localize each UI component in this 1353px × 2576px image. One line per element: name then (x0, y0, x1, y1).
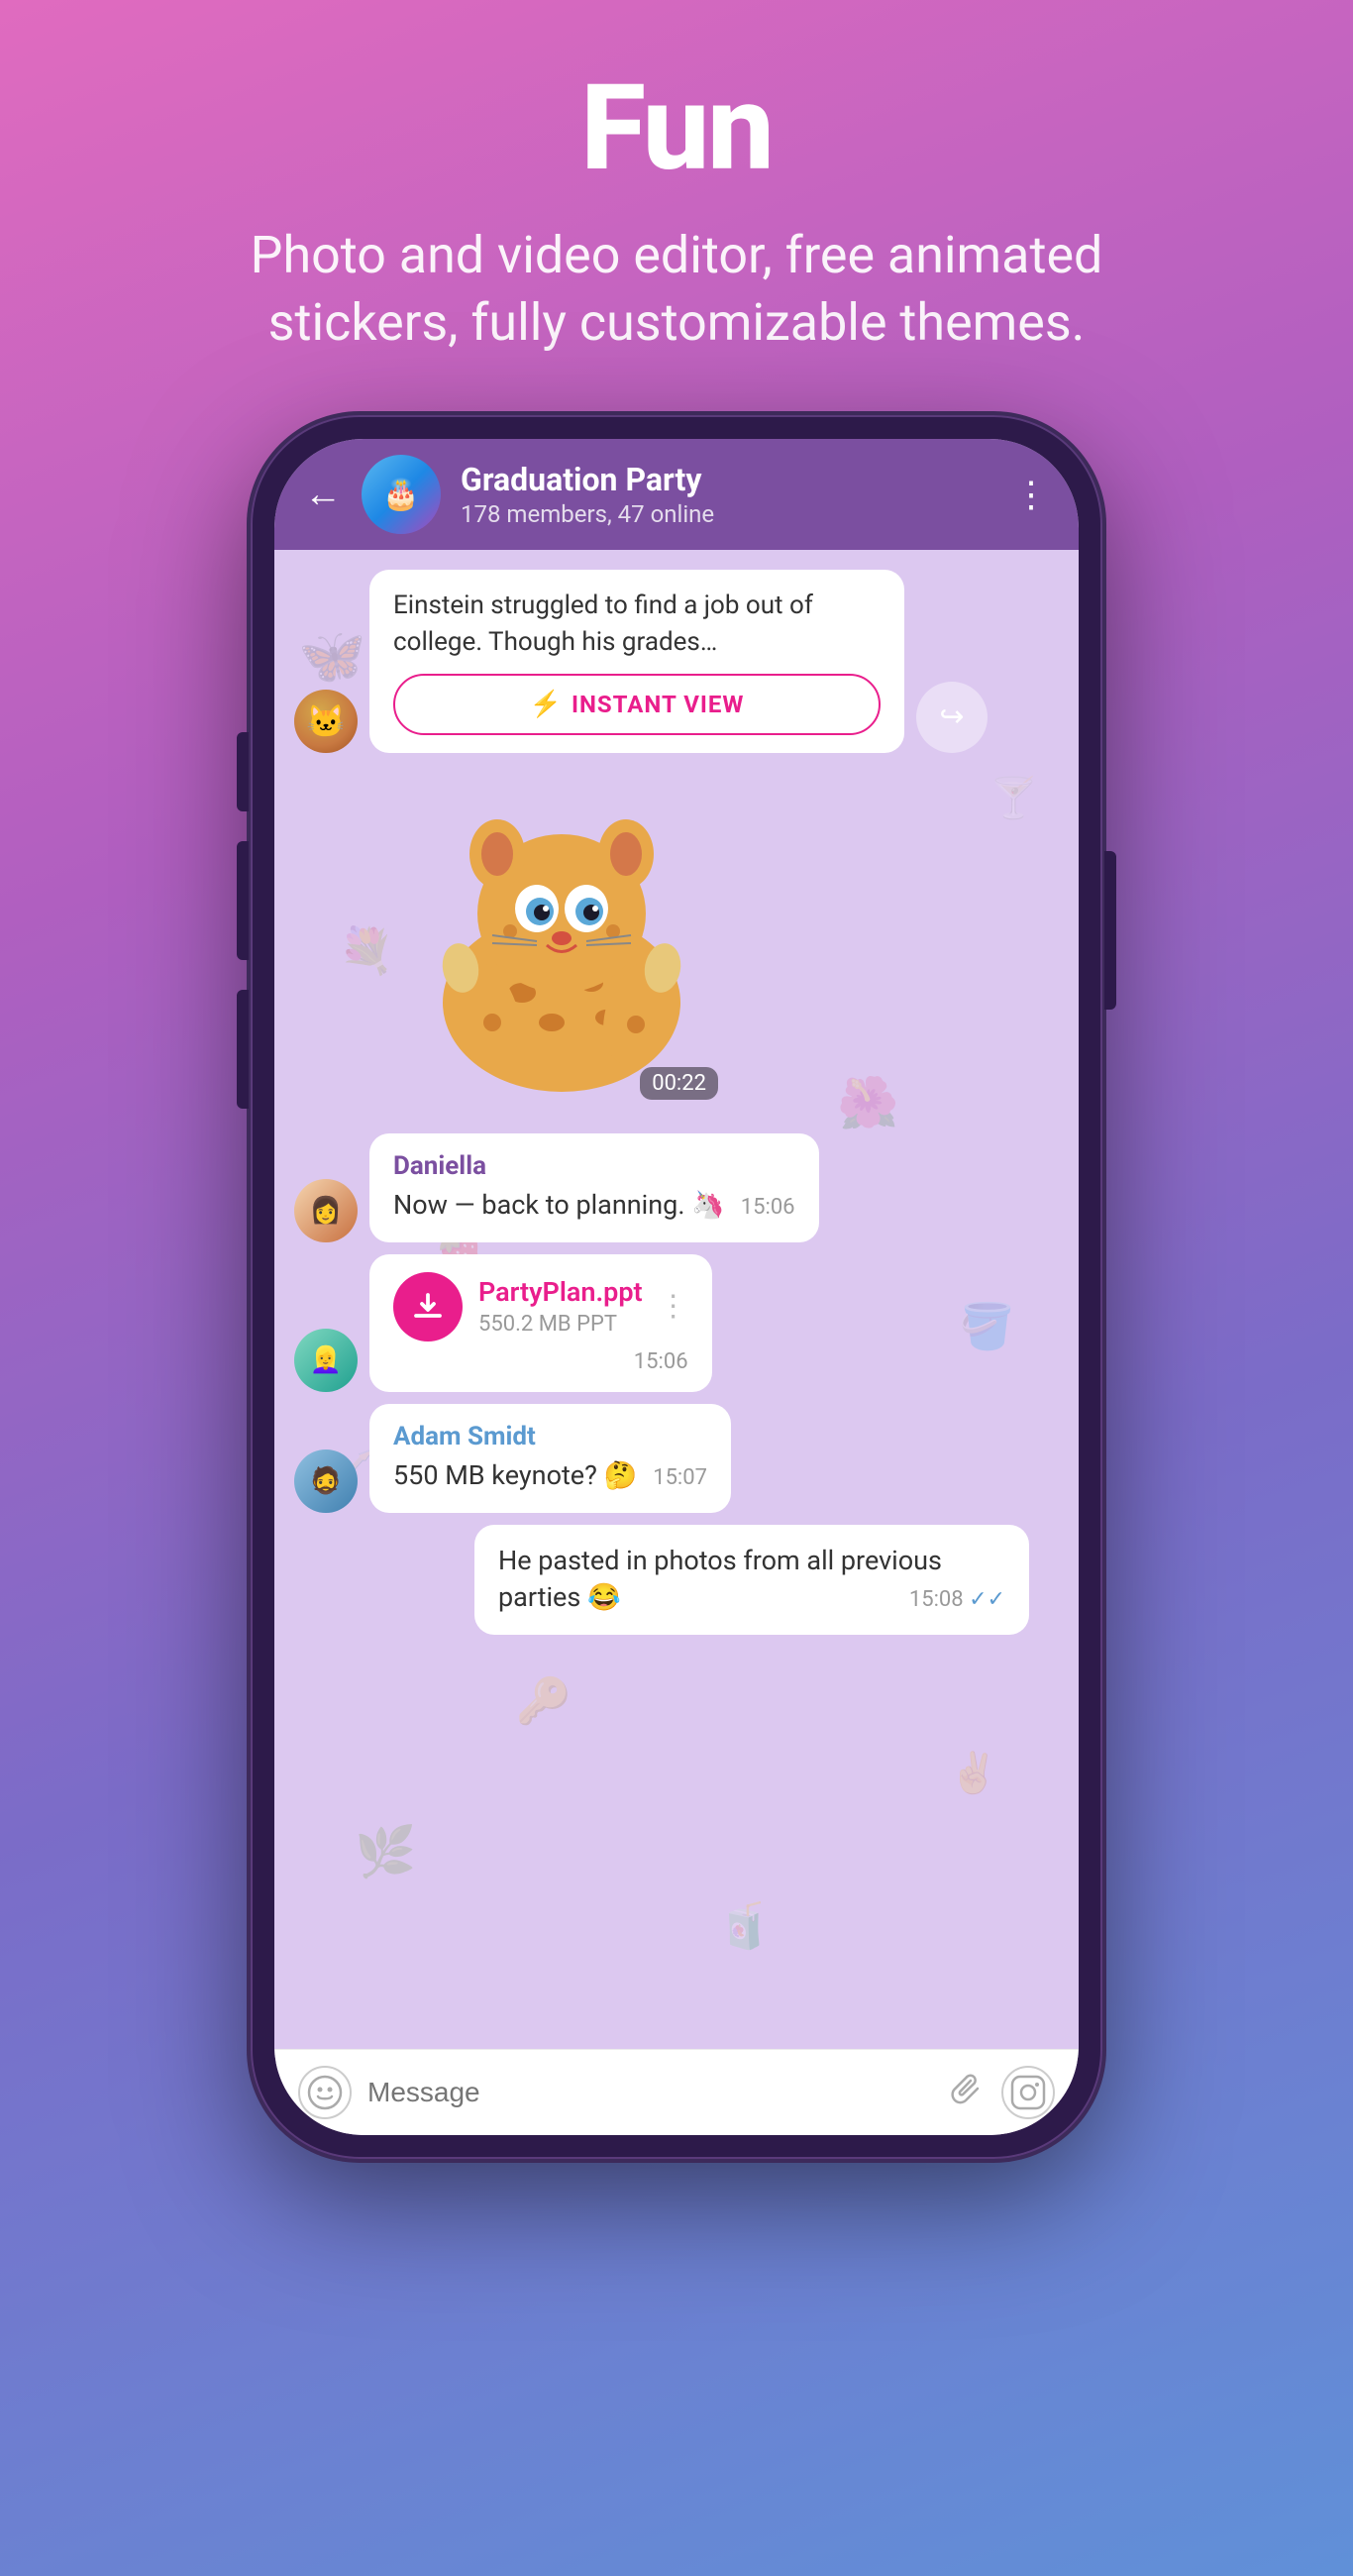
volume-up-button[interactable] (237, 841, 249, 960)
instant-view-button[interactable]: ⚡ INSTANT VIEW (393, 674, 881, 735)
message-time: 15:08 ✓✓ (909, 1585, 1005, 1616)
camera-button[interactable] (1001, 2066, 1055, 2119)
hero-title: Fun (580, 59, 772, 198)
message-sender: Adam Smidt (393, 1422, 707, 1451)
avatar-image: 🎂 (362, 455, 441, 534)
forward-button[interactable]: ↪ (916, 682, 988, 753)
volume-mute-button[interactable] (237, 732, 249, 811)
file-bubble: PartyPlan.ppt 550.2 MB PPT ⋮ 15:06 (369, 1254, 712, 1392)
file-row: PartyPlan.ppt 550.2 MB PPT ⋮ (393, 1272, 688, 1342)
chat-info: Graduation Party 178 members, 47 online (461, 461, 993, 528)
sticker: 00:22 (393, 775, 730, 1112)
file-size: 550.2 MB PPT (478, 1312, 643, 1337)
outgoing-bubble: He pasted in photos from all previous pa… (474, 1525, 1029, 1636)
file-info: PartyPlan.ppt 550.2 MB PPT (478, 1276, 643, 1337)
phone-body: ← 🎂 Graduation Party 178 members, 47 onl… (251, 415, 1102, 2159)
instant-view-text: Einstein struggled to find a job out of … (393, 588, 881, 660)
message-text: He pasted in photos from all previous pa… (498, 1543, 1005, 1618)
message-bubble: Adam Smidt 550 MB keynote? 🤔 15:07 (369, 1404, 731, 1513)
chat-input-bar (274, 2049, 1079, 2135)
sticker-time: 00:22 (640, 1067, 718, 1100)
message-time: 15:07 (653, 1463, 707, 1494)
list-item: He pasted in photos from all previous pa… (294, 1525, 1059, 1636)
chat-name: Graduation Party (461, 461, 993, 498)
emoji-button[interactable] (298, 2066, 352, 2119)
phone-frame: ← 🎂 Graduation Party 178 members, 47 onl… (251, 415, 1102, 2159)
download-button[interactable] (393, 1272, 463, 1342)
instant-view-label: INSTANT VIEW (572, 691, 744, 718)
file-menu-button[interactable]: ⋮ (659, 1289, 688, 1324)
avatar: 👱‍♀️ (294, 1329, 358, 1392)
list-item: 👱‍♀️ PartyPlan.ppt 550.2 MB PPT (294, 1254, 1059, 1392)
avatar: 🧔 (294, 1449, 358, 1513)
list-item: 👩 Daniella Now — back to planning. 🦄 15:… (294, 1133, 1059, 1242)
attach-button[interactable] (950, 2071, 986, 2115)
back-button[interactable]: ← (304, 473, 342, 516)
list-item: 🧔 Adam Smidt 550 MB keynote? 🤔 15:07 (294, 1404, 1059, 1513)
file-name: PartyPlan.ppt (478, 1276, 643, 1308)
message-sender: Daniella (393, 1151, 795, 1181)
avatar: 🎂 (362, 455, 441, 534)
chat-messages: 🐱 Einstein struggled to find a job out o… (274, 550, 1079, 1645)
message-bubble: Daniella Now — back to planning. 🦄 15:06 (369, 1133, 819, 1242)
chat-menu-button[interactable]: ⋮ (1013, 474, 1049, 515)
instant-view-bubble: Einstein struggled to find a job out of … (369, 570, 904, 753)
lightning-icon: ⚡ (530, 690, 562, 719)
list-item: 🐱 Einstein struggled to find a job out o… (294, 570, 1059, 753)
hero-subtitle: Photo and video editor, free animated st… (231, 222, 1122, 356)
phone-screen: ← 🎂 Graduation Party 178 members, 47 onl… (274, 439, 1079, 2135)
message-input[interactable] (367, 2077, 934, 2108)
sticker-message: 00:22 (294, 765, 1059, 1122)
volume-down-button[interactable] (237, 990, 249, 1109)
avatar: 👩 (294, 1179, 358, 1242)
message-time: 15:06 (741, 1193, 795, 1224)
message-text: Now — back to planning. 🦄 15:06 (393, 1187, 795, 1225)
chat-body: 🦋 🍕 ✂️ 🍸 💐 🌺 🍓 🪣 🎸 🍹 🔑 ✌️ 🌿 🧃 (274, 550, 1079, 2049)
avatar: 🐱 (294, 690, 358, 753)
chat-members: 178 members, 47 online (461, 500, 993, 528)
power-button[interactable] (1104, 851, 1116, 1010)
chat-header: ← 🎂 Graduation Party 178 members, 47 onl… (274, 439, 1079, 550)
message-text: 550 MB keynote? 🤔 15:07 (393, 1457, 707, 1495)
message-time: 15:06 (634, 1349, 688, 1374)
